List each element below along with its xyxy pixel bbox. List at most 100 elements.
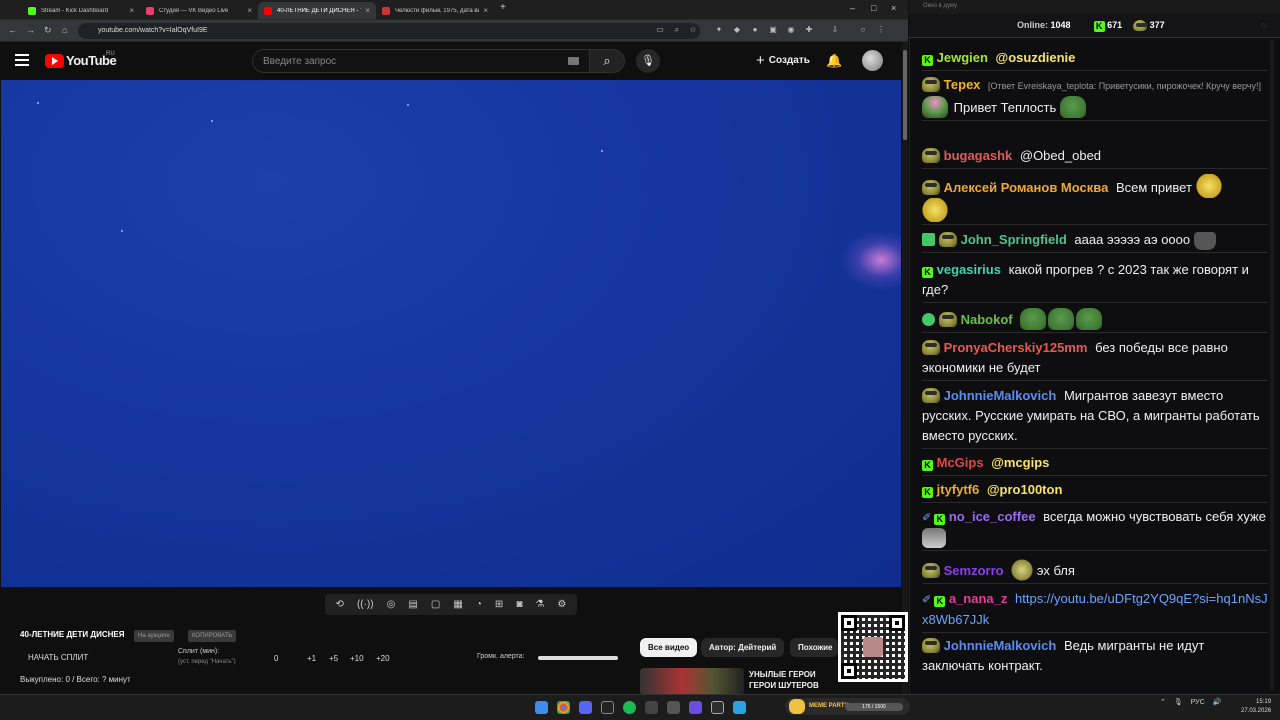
start-split-button[interactable]: НАЧАТЬ СПЛИТ [28,653,88,662]
add-video-icon[interactable]: ⊞ [495,599,503,610]
close-tab-icon[interactable]: × [483,6,488,15]
recommended-thumbnail[interactable] [640,668,744,695]
split-plus-1[interactable]: +1 [307,654,316,663]
loop-icon[interactable]: ⟲ [336,599,344,610]
new-tab-button[interactable]: + [500,2,506,13]
profile-icon[interactable]: ○ [858,25,868,35]
clapper-icon[interactable]: ▤ [408,599,417,610]
keyboard-icon[interactable] [568,57,579,65]
create-button[interactable]: + Создать [748,50,818,72]
chat-username[interactable]: no_ice_coffee [949,509,1036,524]
tab-youtube-video[interactable]: 40-ЛЕТНИЕ ДЕТИ ДИСНЕЯ - YouTube × [258,2,376,19]
chat-username[interactable]: bugagashk [944,148,1013,163]
auction-button[interactable]: На аукцион [134,630,174,642]
language-indicator[interactable]: РУС [1191,699,1205,706]
chat-username[interactable]: Semzorro [944,563,1004,578]
zoom-icon[interactable]: ⌕ [672,25,682,35]
extension-icon[interactable]: ✦ [714,25,724,35]
chevron-up-icon[interactable]: ⌃ [1160,699,1166,706]
app-icon[interactable] [601,701,614,714]
puzzle-icon[interactable]: ✚ [804,25,814,35]
account-avatar[interactable] [862,50,883,71]
home-icon[interactable]: ⌂ [62,25,67,35]
page-scrollbar[interactable] [902,42,908,694]
menu-dots-icon[interactable]: ⋮ [876,25,886,35]
chat-username[interactable]: jtyfytf6 [937,482,980,497]
tab-kick-dashboard[interactable]: Stream - Kick Dashboard × [22,2,140,19]
chat-username[interactable]: Nabokof [961,312,1013,327]
tab-jaws-film[interactable]: Челюсти фильм, 1975, дата вы... × [376,2,494,19]
chat-username[interactable]: John_Springfield [961,232,1067,247]
close-window-icon[interactable]: × [891,3,896,13]
speed-icon[interactable]: ◔ [476,599,482,610]
flask-icon[interactable]: ⚗ [535,599,544,610]
spotify-icon[interactable] [623,701,636,714]
back-icon[interactable]: ← [8,25,17,35]
voice-search-button[interactable]: 🎙 [636,49,660,73]
download-icon[interactable]: ⇩ [830,25,840,35]
broadcast-icon[interactable]: ((·)) [357,599,374,610]
close-tab-icon[interactable]: × [365,6,370,15]
chat-username[interactable]: JohnnieMalkovich [944,638,1057,653]
eye-icon[interactable]: ◎ [387,599,396,610]
chip-similar[interactable]: Похожие [790,638,838,657]
alert-volume-slider[interactable] [538,656,618,660]
recommended-title[interactable]: УНЫЛЫЕ ГЕРОИ ГЕРОИ ШУТЕРОВ [749,669,841,691]
app-icon[interactable] [711,701,724,714]
chat-username[interactable]: Jewgien [937,50,988,65]
extension-icon[interactable]: ▣ [768,25,778,35]
chat-settings-icon[interactable]: ◌ [1261,20,1266,30]
windows-start-icon[interactable] [535,701,548,714]
close-tab-icon[interactable]: × [247,6,252,15]
chat-username[interactable]: McGips [937,455,984,470]
reload-icon[interactable]: ↻ [44,25,52,36]
chrome-icon[interactable] [557,701,570,714]
split-plus-5[interactable]: +5 [329,654,338,663]
app-icon[interactable] [667,701,680,714]
chat-username[interactable]: JohnnieMalkovich [944,388,1057,403]
frog-emote [1020,308,1047,330]
screen-icon[interactable]: ▢ [431,599,440,610]
url-field[interactable]: youtube.com/watch?v=IalOqVfuI9E [78,23,700,39]
chat-username[interactable]: vegasirius [937,262,1001,277]
bookmark-star-icon[interactable]: ☆ [688,25,698,35]
plus-icon: + [756,52,765,69]
split-plus-10[interactable]: +10 [350,654,364,663]
split-plus-20[interactable]: +20 [376,654,390,663]
chip-all-videos[interactable]: Все видео [640,638,698,657]
extension-icon[interactable]: ● [750,25,760,35]
telegram-icon[interactable] [733,701,746,714]
mic-tray-icon[interactable]: 🎙 [1174,699,1183,706]
discord-icon[interactable] [579,701,592,714]
copy-button[interactable]: КОПИРОВАТЬ [188,630,237,642]
chat-username[interactable]: Алексей Романов Москва [944,180,1109,195]
speaker-icon[interactable]: 🔊 [1213,699,1222,706]
close-tab-icon[interactable]: × [129,6,134,15]
system-clock[interactable]: 15:19 27.03.2026 [1241,698,1271,716]
camera-icon[interactable]: ◙ [516,599,522,610]
search-input[interactable]: Введите запрос [252,49,590,73]
forward-icon[interactable]: → [26,25,35,35]
cast-icon[interactable]: ▭ [655,25,665,35]
chat-username[interactable]: a_nana_z [949,591,1008,606]
minimize-icon[interactable]: – [850,3,855,13]
film-strip-icon[interactable]: ▦ [453,599,462,610]
split-value-0[interactable]: 0 [274,654,278,663]
youtube-logo-icon[interactable] [45,54,64,68]
notifications-bell-icon[interactable]: 🔔 [826,53,842,69]
app-icon[interactable] [689,701,702,714]
hamburger-menu-icon[interactable] [15,54,29,66]
chat-scrollbar[interactable] [1270,40,1274,690]
tab-vk-studio[interactable]: Студия — VK Видео Live × [140,2,258,19]
gear-icon[interactable]: ⚙ [557,599,566,610]
maximize-icon[interactable]: □ [871,3,876,13]
chat-message: K vegasirius какой прогрев ? с 2023 так … [922,260,1268,303]
chat-username[interactable]: PronyaCherskiy125mm [944,340,1088,355]
chat-username[interactable]: Терех [944,77,981,92]
obs-icon[interactable] [645,701,658,714]
extension-icon[interactable]: ◆ [732,25,742,35]
video-player[interactable] [1,80,901,587]
chip-author[interactable]: Автор: Дейтерий [701,638,785,657]
search-button[interactable]: ⌕ [589,49,625,73]
extension-icon[interactable]: ◉ [786,25,796,35]
